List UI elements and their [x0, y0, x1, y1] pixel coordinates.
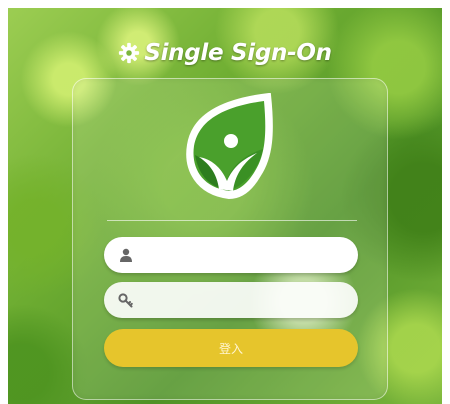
username-input[interactable]	[142, 237, 346, 275]
leaf-person-logo	[186, 93, 273, 200]
key-icon	[118, 293, 133, 308]
page-title: Single Sign-On	[8, 38, 442, 68]
divider	[107, 220, 357, 221]
title-text: Single Sign-On	[144, 40, 332, 66]
gear-icon	[119, 42, 140, 64]
password-field[interactable]	[104, 282, 358, 320]
background: Single Sign-On 登入	[8, 8, 442, 404]
user-icon	[120, 248, 132, 262]
login-panel: 登入	[72, 78, 388, 400]
password-input[interactable]	[142, 282, 346, 320]
username-field[interactable]	[104, 237, 358, 275]
login-button[interactable]: 登入	[104, 329, 358, 367]
